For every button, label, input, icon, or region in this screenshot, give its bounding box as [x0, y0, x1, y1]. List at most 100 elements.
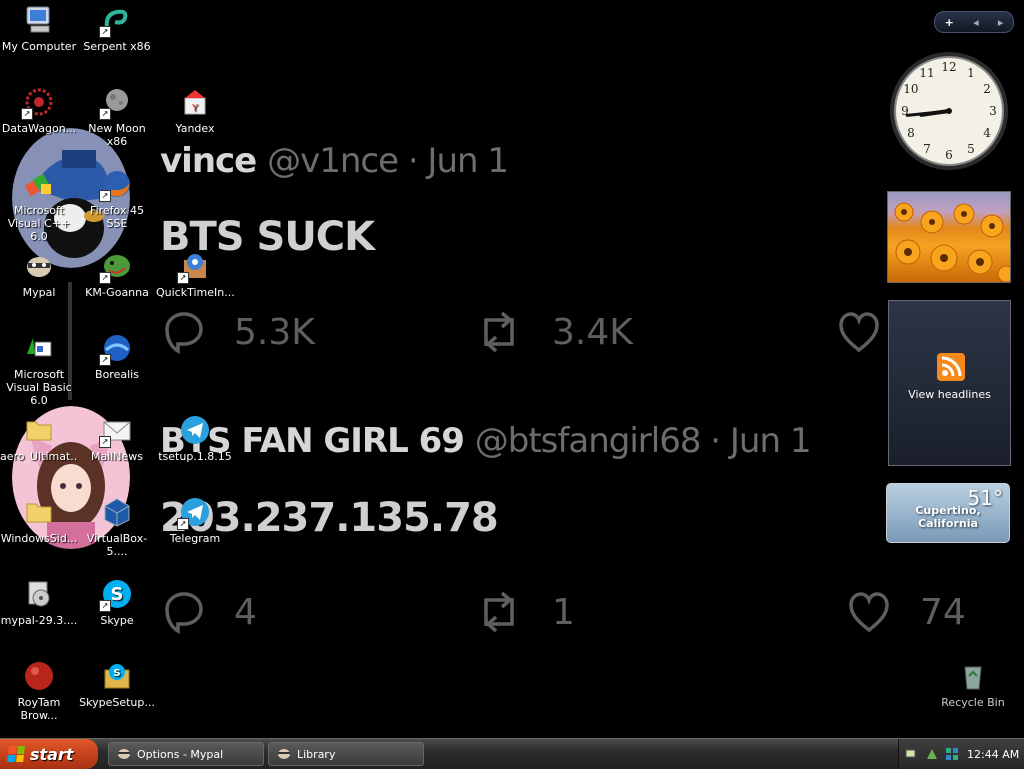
system-tray: 12:44 AM: [898, 739, 1024, 769]
virtualbox-icon: [101, 496, 133, 528]
desktop-icon-virtualbox[interactable]: VirtualBox-5....: [78, 496, 156, 558]
tweet1-reply-count: 5.3K: [234, 311, 315, 353]
desktop-icon-skype-setup[interactable]: S SkypeSetup...: [78, 660, 156, 709]
desktop-icon-label: My Computer: [1, 40, 77, 53]
mypal-icon: [23, 250, 55, 282]
desktop-icon-datawagon[interactable]: ↗ DataWagon...: [0, 86, 78, 135]
recycle-bin-icon: [957, 660, 989, 692]
shortcut-arrow-icon: ↗: [99, 436, 111, 448]
rss-icon: [937, 353, 965, 381]
desktop-icon-label: Microsoft Visual Basic 6.0: [6, 368, 72, 407]
gadget-prev-button[interactable]: ◂: [973, 16, 979, 29]
desktop-icon-quicktime[interactable]: ↗ QuickTimeIn...: [156, 250, 234, 299]
tweet1-retweet-count: 3.4K: [552, 311, 633, 353]
desktop-icon-label: Telegram: [169, 532, 221, 545]
desktop-icon-label: VirtualBox-5....: [86, 532, 148, 558]
clock-numeral: 10: [903, 82, 918, 96]
flowers-photo: [894, 202, 1010, 282]
shortcut-arrow-icon: ↗: [99, 272, 111, 284]
taskbar-clock[interactable]: 12:44 AM: [967, 748, 1019, 761]
tweet2-retweets: 1: [476, 590, 575, 634]
desktop-icon-serpent[interactable]: ↗ Serpent x86: [78, 4, 156, 53]
desktop-icon-my-computer[interactable]: My Computer: [0, 4, 78, 53]
tweet2-reply-count: 4: [234, 591, 257, 633]
clock-numeral: 8: [907, 126, 915, 140]
tweet1-replies: 5.3K: [164, 310, 315, 354]
heart-icon: [839, 312, 879, 353]
visual-basic-icon: [23, 332, 55, 364]
desktop-icon-mypal-setup[interactable]: mypal-29.3....: [0, 578, 78, 627]
start-button[interactable]: start: [0, 739, 98, 769]
goanna-icon: ↗: [99, 250, 133, 284]
network-icon[interactable]: [905, 747, 919, 761]
desktop-icon-label: Microsoft Visual C++ 6.0: [7, 204, 71, 243]
clock-gadget[interactable]: 12 1 2 3 4 5 6 7 8 9 10 11: [888, 50, 1010, 172]
desktop-icon-borealis[interactable]: ↗ Borealis: [78, 332, 156, 381]
desktop-icon-aero[interactable]: aero_Ultimat...: [0, 414, 78, 463]
desktop-icon-msvb[interactable]: Microsoft Visual Basic 6.0: [0, 332, 78, 407]
computer-icon: [23, 4, 55, 36]
shortcut-arrow-icon: ↗: [21, 108, 33, 120]
task-options-mypal[interactable]: Options - Mypal: [108, 742, 264, 766]
desktop-icon-roytam[interactable]: RoyTam Brow...: [0, 660, 78, 722]
clock-numeral: 11: [919, 66, 934, 80]
retweet-icon: [484, 311, 514, 353]
skype-icon: S ↗: [99, 578, 133, 612]
serpent-icon: ↗: [99, 4, 133, 38]
view-headlines-label[interactable]: View headlines: [889, 388, 1010, 401]
folder-icon: [23, 414, 55, 446]
desktop-icon-tsetup[interactable]: tsetup.1.8.15: [156, 414, 234, 463]
skype-setup-icon: S: [101, 660, 133, 692]
mail-icon: ↗: [99, 414, 133, 448]
slideshow-gadget[interactable]: [887, 191, 1011, 283]
display-icon[interactable]: [945, 747, 959, 761]
library-icon: [278, 749, 290, 759]
shortcut-arrow-icon: ↗: [99, 108, 111, 120]
clock-numeral: 1: [967, 66, 975, 80]
desktop-icon-label: DataWagon...: [1, 122, 77, 135]
firefox-icon: ↗: [99, 168, 133, 202]
yandex-icon: Y: [179, 86, 211, 118]
safely-remove-icon[interactable]: [925, 747, 939, 761]
desktop-icon-label: SkypeSetup...: [79, 696, 155, 709]
clock-numeral: 6: [945, 148, 953, 162]
tweet2-handle: @btsfangirl68 · Jun 1: [474, 421, 812, 461]
desktop-icon-recycle-bin[interactable]: Recycle Bin: [934, 660, 1012, 709]
clock-numeral: 3: [989, 104, 997, 118]
gadget-next-button[interactable]: ▸: [998, 16, 1004, 29]
windows-flag-icon: [7, 746, 25, 762]
shortcut-arrow-icon: ↗: [99, 26, 111, 38]
desktop-icon-windowssid[interactable]: WindowsSid...: [0, 496, 78, 545]
weather-city: Cupertino, California: [915, 504, 981, 530]
reply-icon: [165, 592, 203, 634]
add-gadget-button[interactable]: +: [945, 16, 954, 29]
desktop-icon-mypal[interactable]: Mypal: [0, 250, 78, 299]
desktop-icon-yandex[interactable]: Y Yandex: [156, 86, 234, 135]
tweet1-retweets: 3.4K: [476, 310, 633, 354]
desktop-icon-msvc[interactable]: Microsoft Visual C++ 6.0: [0, 168, 78, 243]
desktop-icon-new-moon[interactable]: ↗ New Moon x86: [78, 86, 156, 148]
weather-gadget[interactable]: 51° Cupertino, California: [886, 483, 1010, 543]
shortcut-arrow-icon: ↗: [99, 600, 111, 612]
clock-numeral: 5: [967, 142, 975, 156]
desktop-icon-label: KM-Goanna: [85, 286, 149, 299]
desktop-icon-label: Recycle Bin: [941, 696, 1005, 709]
desktop-icon-label: Firefox 45 SSE: [90, 204, 144, 230]
desktop-icon-label: Yandex: [175, 122, 215, 135]
desktop-icon-label: RoyTam Brow...: [17, 696, 61, 722]
tweet2-header: BTS FAN GIRL 69 @btsfangirl68 · Jun 1: [160, 421, 812, 461]
tweet2-replies: 4: [164, 590, 257, 634]
installer-icon: [23, 578, 55, 610]
desktop-icon-mailnews[interactable]: ↗ MailNews: [78, 414, 156, 463]
desktop-icon-km-goanna[interactable]: ↗ KM-Goanna: [78, 250, 156, 299]
feed-headlines-gadget[interactable]: View headlines: [888, 300, 1011, 466]
task-library[interactable]: Library: [268, 742, 424, 766]
desktop-icon-firefox[interactable]: ↗ Firefox 45 SSE: [78, 168, 156, 230]
tweet2-likes: 74: [848, 590, 966, 634]
desktop-icon-telegram[interactable]: ↗ Telegram: [156, 496, 234, 545]
tweet1-header: vince @v1nce · Jun 1: [160, 141, 509, 181]
desktop-icon-label: Borealis: [95, 368, 139, 381]
shortcut-arrow-icon: ↗: [99, 190, 111, 202]
mypal-icon: [118, 749, 130, 759]
desktop-icon-skype[interactable]: S ↗ Skype: [78, 578, 156, 627]
